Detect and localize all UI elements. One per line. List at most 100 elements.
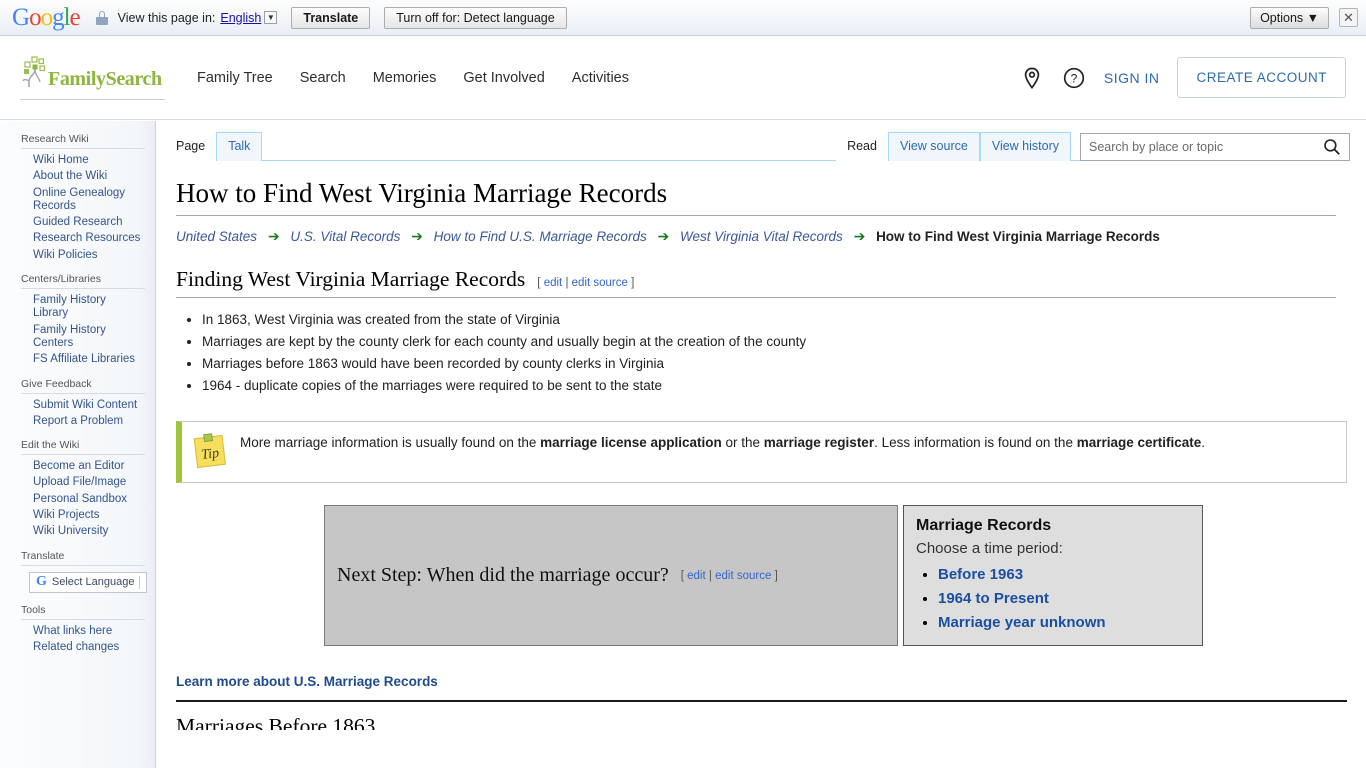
sidebar-item-wiki-university[interactable]: Wiki University: [33, 525, 143, 538]
main-content: Page Talk Read View source View history …: [157, 121, 1366, 768]
search-input[interactable]: [1081, 140, 1322, 154]
select-language-dropdown[interactable]: G Select Language: [29, 571, 147, 593]
map-pin-icon[interactable]: [1020, 66, 1044, 90]
learn-more-link[interactable]: Learn more about U.S. Marriage Records: [176, 674, 1336, 689]
dropdown-divider: [139, 575, 140, 589]
google-logo: Google: [12, 4, 81, 31]
list-item: 1964 - duplicate copies of the marriages…: [202, 375, 1336, 397]
breadcrumb-item-us-vital-records[interactable]: U.S. Vital Records: [290, 229, 400, 244]
tip-sticky-note-icon: Tip: [193, 433, 227, 469]
sidebar-group-research-wiki-label: Research Wiki: [21, 133, 89, 145]
sidebar-item-wiki-projects[interactable]: Wiki Projects: [33, 509, 143, 522]
sidebar-item-personal-sandbox[interactable]: Personal Sandbox: [33, 493, 143, 506]
tip-text-part2: or the: [721, 435, 764, 451]
pipe-separator: |: [708, 569, 712, 582]
breadcrumb-current: How to Find West Virginia Marriage Recor…: [876, 229, 1160, 245]
close-icon[interactable]: ✕: [1339, 8, 1358, 27]
section-edit-links: [ edit | edit source ]: [537, 277, 634, 289]
sidebar-item-family-history-library[interactable]: Family History Library: [33, 294, 143, 321]
lock-icon: [95, 10, 108, 25]
breadcrumb-item-west-virginia-vital-records[interactable]: West Virginia Vital Records: [680, 229, 843, 244]
marriage-records-title: Marriage Records: [916, 517, 1052, 535]
tip-callout: Tip More marriage information is usually…: [176, 421, 1347, 484]
sidebar-item-report-a-problem[interactable]: Report a Problem: [33, 415, 143, 428]
sidebar-item-become-an-editor[interactable]: Become an Editor: [33, 460, 143, 473]
tab-page[interactable]: Page: [165, 133, 217, 161]
translate-button[interactable]: Translate: [291, 6, 371, 29]
question-circle-icon[interactable]: ?: [1062, 66, 1086, 90]
sidebar-item-family-history-centers[interactable]: Family History Centers: [33, 324, 143, 351]
divider: [21, 392, 145, 394]
familysearch-logo[interactable]: FamilySearch: [20, 55, 165, 100]
tab-view-source[interactable]: View source: [887, 132, 980, 161]
sidebar-item-fs-affiliate-libraries[interactable]: FS Affiliate Libraries: [33, 353, 143, 366]
sidebar-item-what-links-here[interactable]: What links here: [33, 625, 143, 638]
nav-item-memories[interactable]: Memories: [373, 70, 437, 86]
sidebar-group-centers-libraries-label: Centers/Libraries: [21, 273, 101, 286]
search-box[interactable]: [1080, 133, 1350, 161]
edit-source-link[interactable]: edit source: [572, 277, 628, 289]
link-1964-to-present[interactable]: 1964 to Present: [938, 590, 1049, 607]
next-step-row: Next Step: When did the marriage occur? …: [324, 505, 1336, 647]
edit-link[interactable]: edit: [544, 277, 563, 289]
tip-text-part1: More marriage information is usually fou…: [240, 435, 541, 451]
sidebar-item-online-genealogy-records[interactable]: Online Genealogy Records: [33, 187, 143, 214]
svg-text:?: ?: [1071, 71, 1078, 85]
primary-nav: Family Tree Search Memories Get Involved…: [197, 70, 629, 86]
sidebar-item-related-changes[interactable]: Related changes: [33, 641, 143, 654]
tip-bold-marriage-certificate: marriage certificate: [1076, 435, 1202, 451]
divider: [21, 148, 145, 149]
sidebar-item-upload-file-image[interactable]: Upload File/Image: [33, 476, 143, 489]
turn-off-translate-button[interactable]: Turn off for: Detect language: [384, 6, 567, 29]
google-g-icon: G: [36, 574, 47, 590]
tab-talk[interactable]: Talk: [216, 132, 263, 161]
site-header: FamilySearch Family Tree Search Memories…: [0, 36, 1366, 120]
brand-name: FamilySearch: [48, 68, 162, 90]
edit-source-link[interactable]: edit source: [715, 570, 771, 582]
nav-item-family-tree[interactable]: Family Tree: [197, 70, 273, 86]
tip-bold-marriage-register: marriage register: [763, 435, 875, 451]
breadcrumb-item-united-states[interactable]: United States: [176, 229, 257, 244]
arrow-right-icon: ➔: [853, 228, 866, 245]
page-title: How to Find West Virginia Marriage Recor…: [176, 177, 1336, 217]
tab-view-history[interactable]: View history: [979, 132, 1071, 161]
search-icon[interactable]: [1322, 137, 1342, 157]
sidebar-group-centers-libraries: Family History Library Family History Ce…: [0, 292, 155, 366]
tip-text: More marriage information is usually fou…: [240, 432, 1205, 471]
marriage-records-box: Marriage Records Choose a time period: B…: [903, 505, 1203, 647]
sidebar-item-guided-research[interactable]: Guided Research: [33, 216, 143, 229]
sidebar-group-translate-label: Translate: [21, 549, 65, 562]
link-marriage-year-unknown[interactable]: Marriage year unknown: [938, 614, 1106, 631]
sidebar-item-about-the-wiki[interactable]: About the Wiki: [33, 170, 143, 183]
sidebar-item-wiki-policies[interactable]: Wiki Policies: [33, 249, 143, 262]
next-step-box: Next Step: When did the marriage occur? …: [324, 505, 898, 647]
bracket-open: [: [537, 277, 541, 290]
article-body: How to Find West Virginia Marriage Recor…: [157, 161, 1366, 730]
breadcrumb: United States ➔ U.S. Vital Records ➔ How…: [176, 226, 1336, 247]
tab-read[interactable]: Read: [836, 133, 888, 161]
create-account-button[interactable]: CREATE ACCOUNT: [1177, 57, 1346, 98]
sidebar-item-wiki-home[interactable]: Wiki Home: [33, 154, 143, 167]
edit-link[interactable]: edit: [687, 570, 706, 582]
sign-in-link[interactable]: SIGN IN: [1104, 70, 1160, 86]
tip-bold-marriage-license-application: marriage license application: [540, 435, 722, 451]
list-item: Marriage year unknown: [938, 611, 1190, 635]
bracket-open: [: [680, 569, 684, 582]
header-actions: ? SIGN IN CREATE ACCOUNT: [1020, 57, 1366, 98]
translate-options-button[interactable]: Options ▼: [1250, 6, 1329, 29]
list-item: Marriages are kept by the county clerk f…: [202, 331, 1336, 353]
list-item: In 1863, West Virginia was created from …: [202, 309, 1336, 331]
nav-item-activities[interactable]: Activities: [572, 70, 629, 86]
chevron-down-icon[interactable]: ▼: [264, 11, 278, 24]
breadcrumb-item-how-to-find-us-marriage-records[interactable]: How to Find U.S. Marriage Records: [434, 229, 647, 244]
sidebar-item-submit-wiki-content[interactable]: Submit Wiki Content: [33, 399, 143, 412]
tabs-row: Page Talk Read View source View history: [157, 121, 1366, 161]
view-page-in-label: View this page in:: [117, 10, 216, 25]
nav-item-search[interactable]: Search: [300, 70, 346, 86]
sidebar-item-research-resources[interactable]: Research Resources: [33, 232, 143, 245]
select-language-label: Select Language: [51, 576, 135, 589]
translate-language-link[interactable]: English: [220, 11, 261, 25]
arrow-right-icon: ➔: [267, 228, 280, 245]
link-before-1963[interactable]: Before 1963: [938, 566, 1023, 583]
nav-item-get-involved[interactable]: Get Involved: [463, 70, 544, 86]
